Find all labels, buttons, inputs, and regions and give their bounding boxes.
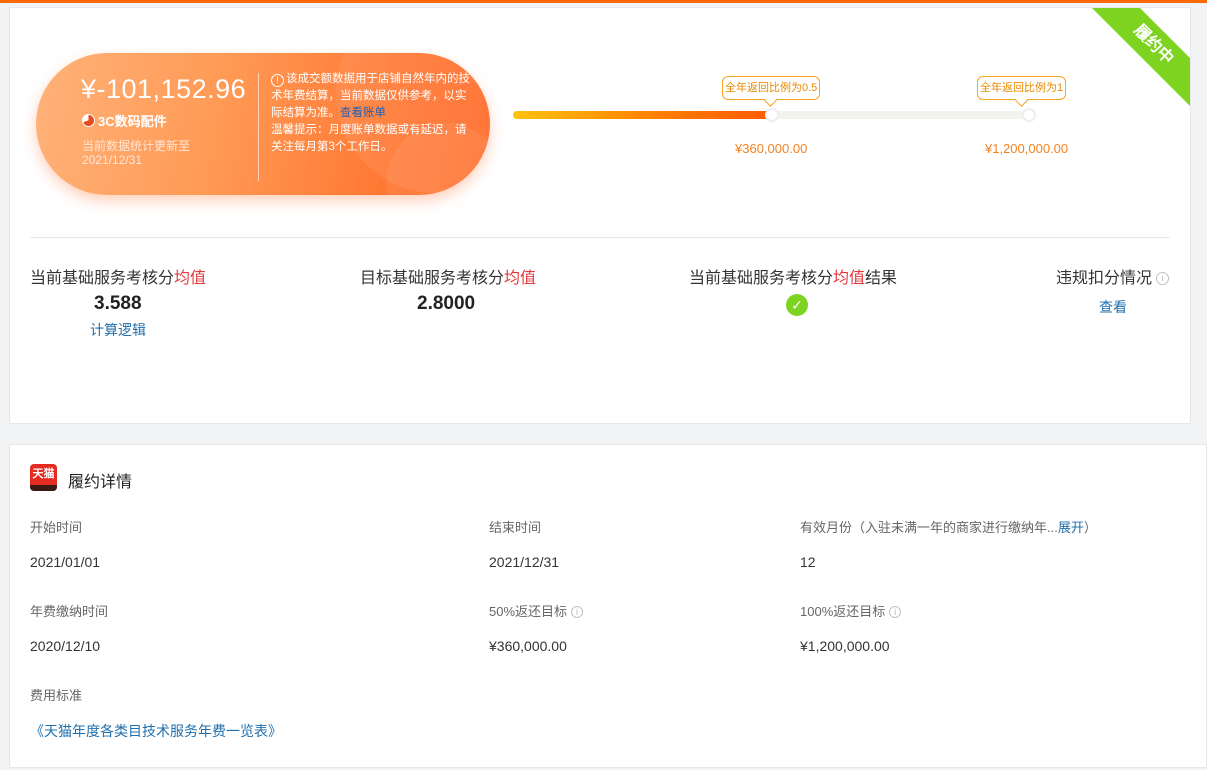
valid-months-label-close: ） [1083, 520, 1097, 535]
target-score-title-text: 目标基础服务考核分 [360, 270, 505, 287]
current-score-title: 当前基础服务考核分均值 [30, 264, 206, 288]
expand-link[interactable]: 展开 [1058, 520, 1084, 535]
pie-chart-icon [82, 114, 95, 127]
info-icon[interactable]: i [1156, 272, 1170, 285]
violation-title: 违规扣分情况 i [1056, 264, 1170, 288]
update-date: 2021/12/31 [82, 153, 143, 167]
update-label: 当前数据统计更新至 [82, 139, 191, 153]
milestone-tag: 全年返回比例为0.5 [722, 76, 821, 100]
turnover-amount: ¥-101,152.96 [81, 74, 247, 104]
milestone-amount: ¥360,000.00 [735, 141, 808, 156]
return-progress-fill [513, 111, 772, 119]
half-return-value: ¥360,000.00 [489, 638, 567, 654]
result-title: 当前基础服务考核分均值结果 [689, 264, 897, 288]
violation-title-text: 违规扣分情况 [1056, 270, 1153, 287]
current-score-value: 3.588 [94, 293, 142, 314]
info-icon[interactable]: i [571, 606, 584, 618]
category-label: 3C数码配件 [82, 111, 167, 130]
top-accent-line [0, 0, 1207, 3]
full-return-label-text: 100%返还目标 [800, 604, 886, 619]
fee-standard-link[interactable]: 《天猫年度各类目技术服务年费一览表》 [30, 721, 282, 741]
target-score-title-highlight: 均值 [504, 270, 537, 287]
valid-months-label-text: 有效月份（入驻未满一年的商家进行缴纳年... [800, 520, 1058, 535]
section-title: 履约详情 [68, 474, 133, 491]
calc-logic-link[interactable]: 计算逻辑 [90, 320, 146, 340]
target-score-value: 2.8000 [417, 293, 476, 314]
start-time-label: 开始时间 [30, 520, 83, 535]
pill-divider [258, 73, 259, 181]
logo-base [30, 485, 57, 491]
status-ribbon: 履约中 [1087, 8, 1190, 111]
result-title-highlight: 均值 [833, 270, 866, 287]
milestone-amount: ¥1,200,000.00 [985, 141, 1069, 156]
half-return-label: 50%返还目标 i [489, 601, 584, 620]
milestone-dot [1022, 108, 1036, 122]
valid-months-label: 有效月份（入驻未满一年的商家进行缴纳年...展开） [800, 517, 1097, 536]
logo-text: 天猫 [32, 468, 55, 480]
category-text: 3C数码配件 [98, 114, 167, 129]
milestone-tag: 全年返回比例为1 [977, 76, 1067, 100]
milestone-dot [765, 108, 779, 122]
note-tip: 温馨提示：月度账单数据或有延迟，请关注每月第3个工作日。 [271, 124, 467, 153]
fee-time-value: 2020/12/10 [30, 638, 101, 654]
result-title-suffix: 结果 [865, 270, 898, 287]
turnover-note: ! 该成交额数据用于店铺自然年内的技术年费结算，当前数据仅供参考，以实际结算为准。… [271, 71, 471, 156]
start-time-value: 2021/01/01 [30, 554, 101, 570]
current-score-title-highlight: 均值 [174, 270, 207, 287]
turnover-summary-pill: ¥-101,152.96 3C数码配件 当前数据统计更新至 2021/12/31… [36, 53, 490, 195]
full-return-label: 100%返还目标 i [800, 601, 902, 620]
end-time-value: 2021/12/31 [489, 554, 560, 570]
info-icon: ! [271, 74, 284, 87]
end-time-label: 结束时间 [489, 520, 542, 535]
fee-time-label: 年费缴纳时间 [30, 604, 109, 619]
info-icon[interactable]: i [889, 606, 902, 618]
view-violation-link[interactable]: 查看 [1099, 297, 1127, 317]
full-return-value: ¥1,200,000.00 [800, 638, 890, 654]
return-progress-track: 全年返回比例为0.5 全年返回比例为1 ¥360,000.00 ¥1,200,0… [513, 76, 1068, 156]
current-score-title-text: 当前基础服务考核分 [30, 270, 175, 287]
target-score-title: 目标基础服务考核分均值 [360, 264, 536, 288]
fee-standard-label: 费用标准 [30, 688, 83, 703]
summary-card: 履约中 ¥-101,152.96 3C数码配件 当前数据统计更新至 2021/1… [9, 7, 1191, 424]
half-return-label-text: 50%返还目标 [489, 604, 568, 619]
contract-details-card: 天猫 履约详情 开始时间 2021/01/01 结束时间 2021/12/31 … [9, 444, 1207, 768]
divider [30, 237, 1170, 238]
result-title-text: 当前基础服务考核分 [689, 270, 834, 287]
tmall-logo: 天猫 [30, 464, 57, 491]
valid-months-value: 12 [800, 554, 816, 570]
view-bill-link[interactable]: 查看账单 [340, 107, 386, 119]
check-icon: ✓ [786, 294, 808, 316]
